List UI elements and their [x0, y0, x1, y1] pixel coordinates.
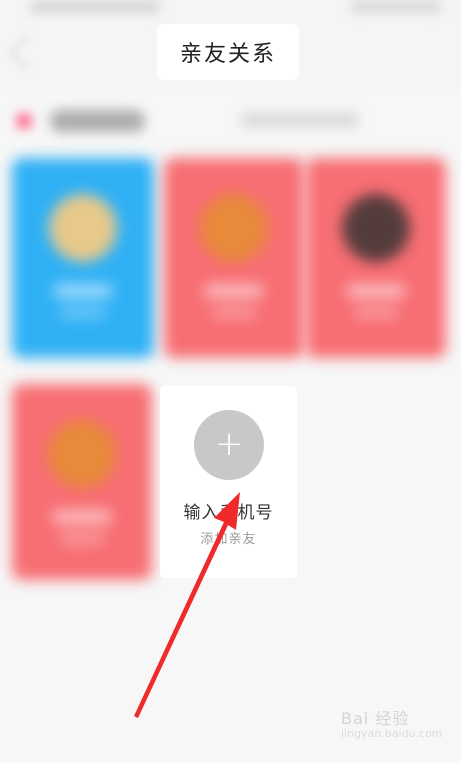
avatar — [48, 420, 116, 488]
blurred-relation — [353, 308, 399, 318]
relative-card[interactable] — [164, 158, 304, 358]
plus-icon: + — [214, 423, 244, 464]
blurred-name — [52, 510, 112, 524]
add-relative-card[interactable]: + 输入手机号 添加亲友 — [160, 386, 297, 578]
blurred-user-name — [50, 110, 145, 132]
watermark-sub: jingyan.baidu.com — [341, 727, 443, 740]
relative-card[interactable] — [12, 158, 154, 358]
relative-card[interactable] — [306, 158, 446, 358]
blurred-relation — [211, 308, 257, 318]
blurred-relation — [59, 534, 105, 544]
page-title: 亲友关系 — [157, 24, 299, 80]
blurred-info-text — [240, 112, 360, 128]
relative-card[interactable] — [12, 384, 152, 580]
status-ghost-left — [30, 0, 160, 14]
add-relative-button[interactable]: + — [194, 410, 264, 480]
blurred-relation — [60, 308, 106, 318]
add-relative-subtitle: 添加亲友 — [200, 532, 257, 547]
blurred-tag-icon — [16, 113, 32, 129]
avatar — [342, 194, 410, 262]
add-relative-title: 输入手机号 — [183, 503, 274, 523]
blurred-name — [204, 284, 264, 298]
blurred-name — [53, 284, 113, 298]
avatar — [200, 194, 268, 262]
watermark-text: Bai 经验 — [341, 709, 410, 728]
blurred-name — [346, 284, 406, 298]
watermark: Bai 经验 jingyan.baidu.com — [341, 705, 443, 749]
status-ghost-right — [351, 0, 441, 14]
avatar — [49, 194, 117, 262]
